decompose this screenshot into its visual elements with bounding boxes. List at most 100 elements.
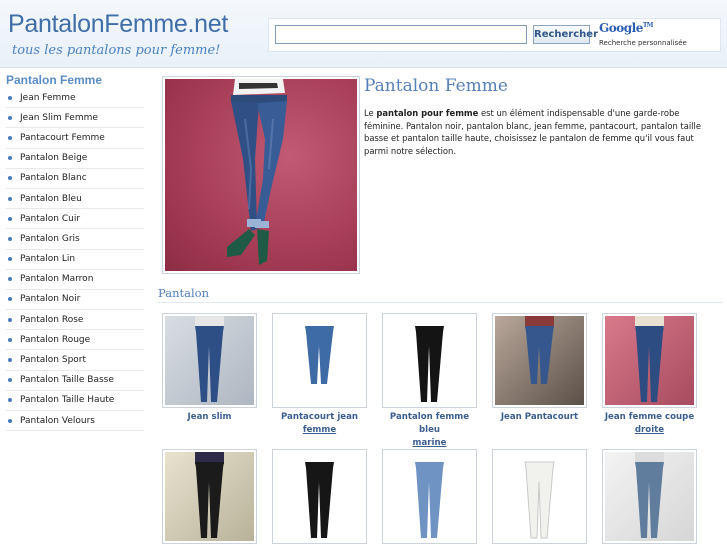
sidebar-item[interactable]: Pantalon Taille Basse — [6, 371, 144, 391]
product-card[interactable] — [162, 449, 257, 544]
product-caption-line1[interactable]: Jean slim — [188, 412, 232, 422]
site-logo[interactable]: PantalonFemme.net — [8, 10, 228, 39]
white-pants-photo — [495, 452, 584, 541]
product-thumbnail[interactable] — [492, 449, 587, 544]
product-caption-line1[interactable]: Pantalon femme bleu — [390, 412, 469, 435]
product-thumbnail[interactable] — [492, 313, 587, 408]
section-divider — [158, 302, 723, 303]
product-card[interactable] — [602, 449, 697, 544]
sidebar-link[interactable]: Pantalon Taille Haute — [20, 395, 114, 405]
product-caption-line2[interactable]: femme — [303, 425, 336, 435]
black-skinny-photo — [165, 452, 254, 541]
bullet-icon — [8, 115, 12, 120]
product-caption-line2[interactable]: marine — [413, 438, 447, 448]
bullet-icon — [8, 257, 12, 262]
product-card[interactable] — [382, 449, 477, 544]
google-subtitle: Recherche personnalisée — [599, 39, 687, 47]
sidebar-item[interactable]: Pantalon Gris — [6, 229, 144, 250]
intro-text: Le pantalon pour femme est un élément in… — [364, 107, 719, 157]
sidebar-item[interactable]: Pantalon Lin — [6, 250, 144, 270]
product-caption[interactable]: Jean slim — [162, 411, 257, 424]
sidebar-item[interactable]: Jean Slim Femme — [6, 108, 144, 129]
product-card[interactable]: Jean femme coupe droite — [602, 313, 697, 437]
product-caption[interactable]: Pantalon femme bleu marine — [382, 411, 477, 450]
black-pants-photo — [385, 316, 474, 405]
intro-bold: pantalon pour femme — [376, 108, 479, 118]
product-card[interactable]: Pantacourt jean femme — [272, 313, 367, 437]
google-logo: GoogleTM — [599, 21, 653, 35]
sidebar-item[interactable]: Pantalon Taille Haute — [6, 391, 144, 411]
sidebar-link[interactable]: Pantalon Bleu — [20, 194, 82, 204]
jean-woman-illustration — [227, 79, 287, 265]
product-thumbnail[interactable] — [602, 313, 697, 408]
bullet-icon — [8, 176, 12, 181]
sidebar-item[interactable]: Pantalon Velours — [6, 411, 144, 432]
sidebar-item[interactable]: Pantalon Blanc — [6, 169, 144, 189]
search-input[interactable] — [275, 25, 527, 44]
product-thumbnail[interactable] — [602, 449, 697, 544]
bullet-icon — [8, 317, 12, 322]
google-tm: TM — [642, 22, 654, 29]
product-card[interactable]: Pantalon femme bleu marine — [382, 313, 477, 450]
sidebar-link[interactable]: Pantalon Gris — [20, 234, 80, 244]
sidebar-item[interactable]: Pantalon Cuir — [6, 209, 144, 230]
page: PantalonFemme.net tous les pantalons pou… — [0, 0, 727, 545]
sidebar-item[interactable]: Pantalon Sport — [6, 350, 144, 371]
product-caption-line1[interactable]: Jean femme coupe — [605, 412, 694, 422]
sidebar-link[interactable]: Pantalon Blanc — [20, 173, 87, 183]
product-caption[interactable]: Jean femme coupe droite — [602, 411, 697, 437]
bullet-icon — [8, 418, 12, 423]
product-thumbnail[interactable] — [162, 449, 257, 544]
section-title: Pantalon — [158, 286, 209, 300]
grey-jean-photo — [605, 452, 694, 541]
product-caption-line1[interactable]: Jean Pantacourt — [501, 412, 578, 422]
sidebar: Pantalon Femme Jean Femme Jean Slim Femme… — [0, 68, 150, 545]
product-thumbnail[interactable] — [162, 313, 257, 408]
sidebar-list: Jean Femme Jean Slim Femme Pantacourt Femm… — [6, 88, 144, 432]
jean-droite-photo — [605, 316, 694, 405]
bullet-icon — [8, 135, 12, 140]
sidebar-link[interactable]: Pantalon Rouge — [20, 335, 90, 345]
product-card[interactable] — [492, 449, 587, 544]
google-logo-text: Google — [599, 21, 643, 35]
product-caption-line2[interactable]: droite — [635, 425, 664, 435]
product-caption[interactable]: Jean Pantacourt — [492, 411, 587, 424]
sidebar-item[interactable]: Pantalon Beige — [6, 149, 144, 169]
sidebar-link[interactable]: Pantacourt Femme — [20, 133, 105, 143]
sidebar-link[interactable]: Pantalon Beige — [20, 153, 87, 163]
sidebar-link[interactable]: Pantalon Rose — [20, 315, 83, 325]
product-caption[interactable]: Pantacourt jean femme — [272, 411, 367, 437]
product-card[interactable]: Jean slim — [162, 313, 257, 424]
bullet-icon — [8, 156, 12, 161]
search-button[interactable]: Rechercher — [533, 25, 598, 44]
sidebar-link[interactable]: Pantalon Taille Basse — [20, 375, 114, 385]
product-card[interactable]: Jean Pantacourt — [492, 313, 587, 424]
sidebar-item[interactable]: Pantalon Rose — [6, 310, 144, 331]
sidebar-link[interactable]: Pantalon Velours — [20, 416, 95, 426]
intro-prefix: Le — [364, 108, 377, 118]
sidebar-item[interactable]: Pantalon Bleu — [6, 189, 144, 210]
sidebar-item[interactable]: Pantalon Rouge — [6, 330, 144, 351]
site-tagline: tous les pantalons pour femme! — [12, 43, 221, 58]
sidebar-item[interactable]: Pantalon Marron — [6, 270, 144, 290]
sidebar-item[interactable]: Pantalon Noir — [6, 290, 144, 311]
sidebar-link[interactable]: Jean Femme — [20, 93, 76, 103]
hero-photo — [165, 79, 357, 271]
sidebar-link[interactable]: Pantalon Sport — [20, 355, 86, 365]
bullet-icon — [8, 216, 12, 221]
sidebar-link[interactable]: Pantalon Lin — [20, 254, 75, 264]
sidebar-item[interactable]: Jean Femme — [6, 88, 144, 109]
sidebar-link[interactable]: Pantalon Marron — [20, 274, 93, 284]
pantacourt-photo — [275, 316, 364, 405]
product-thumbnail[interactable] — [382, 449, 477, 544]
product-thumbnail[interactable] — [382, 313, 477, 408]
product-thumbnail[interactable] — [272, 449, 367, 544]
product-card[interactable] — [272, 449, 367, 544]
sidebar-item[interactable]: Pantacourt Femme — [6, 128, 144, 149]
sidebar-link[interactable]: Pantalon Cuir — [20, 214, 80, 224]
bullet-icon — [8, 358, 12, 363]
product-caption-line1[interactable]: Pantacourt jean — [281, 412, 358, 422]
sidebar-link[interactable]: Pantalon Noir — [20, 294, 80, 304]
sidebar-link[interactable]: Jean Slim Femme — [20, 113, 98, 123]
product-thumbnail[interactable] — [272, 313, 367, 408]
